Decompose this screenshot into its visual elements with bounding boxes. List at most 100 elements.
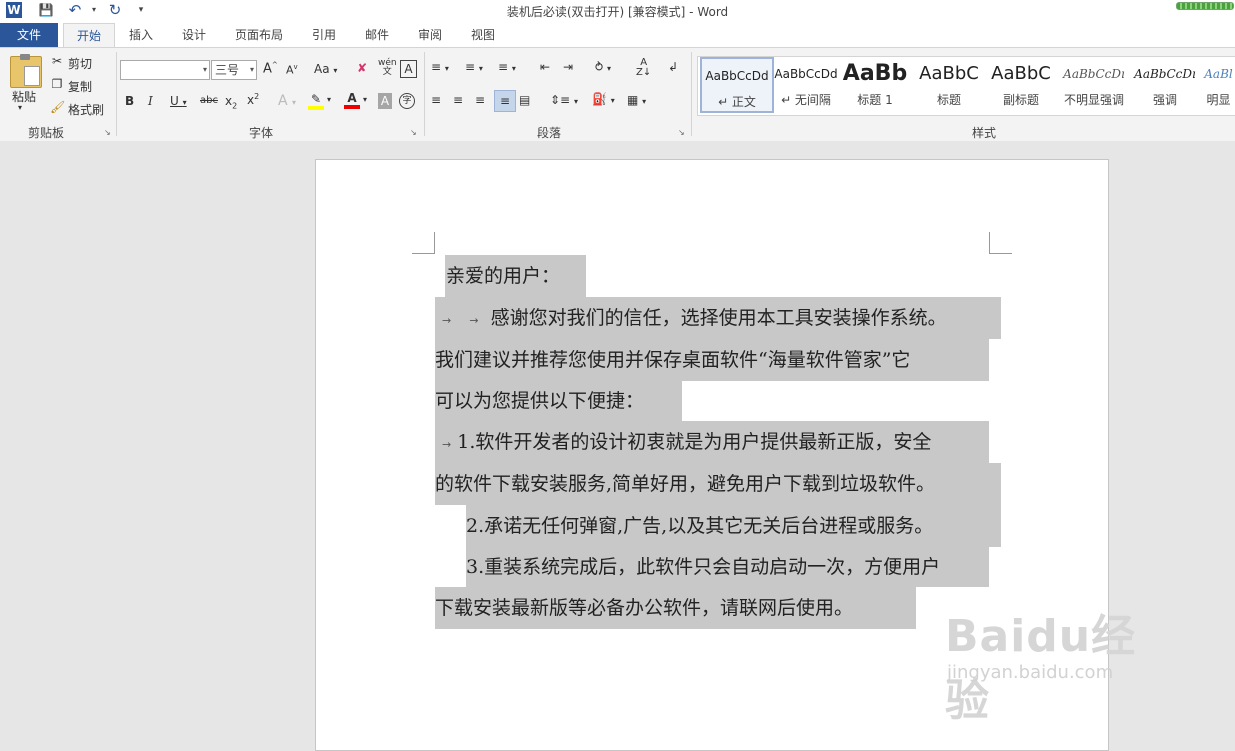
style-sample: AaBbC (991, 63, 1051, 84)
paste-dropdown-icon[interactable]: ▾ (18, 103, 22, 112)
tab-view[interactable]: 视图 (461, 23, 505, 47)
style-item-title[interactable]: AaBbC 标题 (913, 57, 985, 113)
highlight-dropdown-icon[interactable]: ▾ (327, 95, 331, 104)
character-border-icon[interactable]: A (400, 60, 417, 78)
tab-insert[interactable]: 插入 (118, 23, 164, 47)
style-name: 明显 (1206, 93, 1231, 107)
style-name: 副标题 (1002, 93, 1039, 107)
subscript-icon[interactable]: x2 (225, 94, 237, 110)
tab-layout[interactable]: 页面布局 (226, 23, 292, 47)
style-item-subtitle[interactable]: AaBbC 副标题 (986, 57, 1056, 113)
separator (116, 52, 117, 136)
style-sample: AaBbCcDı (1063, 67, 1125, 81)
style-name: 强调 (1152, 93, 1177, 107)
tab-design[interactable]: 设计 (172, 23, 216, 47)
tab-file[interactable]: 文件 (0, 23, 58, 47)
shading-icon[interactable]: ⛽ ▾ (592, 92, 615, 106)
grow-font-icon[interactable]: A^ (263, 61, 278, 76)
multilevel-list-icon[interactable]: ≡ ▾ (498, 60, 516, 74)
window-title: 装机后必读(双击打开) [兼容模式] - Word (506, 5, 729, 19)
bullets-icon[interactable]: ≡ ▾ (431, 60, 449, 74)
font-color-dropdown-icon[interactable]: ▾ (363, 95, 367, 104)
clipboard-group-label: 剪贴板 (28, 126, 65, 140)
style-item-normal[interactable]: AaBbCcDd ↵ 正文 (700, 57, 774, 113)
character-shading-icon[interactable]: A (378, 93, 392, 109)
tab-mailings[interactable]: 邮件 (355, 23, 399, 47)
format-painter-icon[interactable]: 🖌 (50, 100, 65, 114)
strikethrough-icon[interactable]: abc (200, 95, 218, 106)
increase-indent-icon[interactable]: ⇥ (563, 60, 573, 74)
phonetic-guide-icon[interactable]: wén 文 (378, 59, 397, 77)
distributed-icon[interactable]: ▤ (519, 93, 530, 107)
align-left-icon[interactable]: ≡ (431, 93, 441, 107)
font-color-icon[interactable]: A (344, 91, 360, 109)
tab-arrow-icon: → (442, 438, 452, 451)
clear-formatting-icon[interactable]: ✘ (357, 61, 367, 75)
paste-button[interactable]: 粘贴 (12, 88, 36, 105)
font-launcher-icon[interactable]: ↘ (410, 128, 417, 137)
format-painter-button[interactable]: 格式刷 (68, 101, 104, 118)
text-effects-icon[interactable]: A ▾ (278, 93, 296, 109)
font-size-value: 三号 (215, 63, 240, 77)
doc-paragraph-line[interactable]: 2.承诺无任何弹窗,广告,以及其它无关后台进程或服务。 (466, 512, 933, 540)
align-right-icon[interactable]: ≡ (475, 93, 485, 107)
doc-paragraph-line[interactable]: 的软件下载安装服务,简单好用，避免用户下载到垃圾软件。 (435, 470, 935, 498)
shrink-font-icon[interactable]: Av (286, 63, 298, 77)
tab-arrow-icon: → (469, 314, 479, 327)
clipboard-launcher-icon[interactable]: ↘ (104, 128, 111, 137)
copy-icon[interactable]: ❐ (50, 77, 64, 91)
doc-line-text: 1.软件开发者的设计初衷就是为用户提供最新正版，安全 (457, 431, 932, 453)
doc-paragraph-line[interactable]: → → 感谢您对我们的信任，选择使用本工具安装操作系统。 (442, 304, 947, 335)
margin-corner-mark (989, 232, 1012, 254)
doc-paragraph-line[interactable]: 可以为您提供以下便捷： (435, 387, 644, 415)
chinese-layout-icon[interactable]: ⥁ ▾ (595, 60, 611, 74)
underline-icon[interactable]: U ▾ (170, 94, 187, 108)
style-item-emphasis[interactable]: AaBbCcDı 强调 (1130, 57, 1200, 113)
font-size-combo[interactable]: 三号 ▾ (211, 60, 257, 80)
change-case-button[interactable]: Aa ▾ (314, 62, 337, 76)
tab-references[interactable]: 引用 (302, 23, 346, 47)
style-item-no-spacing[interactable]: AaBbCcDd ↵ 无间隔 (771, 57, 841, 113)
separator (424, 52, 425, 136)
cut-button[interactable]: 剪切 (68, 55, 92, 72)
style-sample: AaBbCcDd (774, 67, 838, 81)
paragraph-launcher-icon[interactable]: ↘ (678, 128, 685, 137)
italic-icon[interactable]: I (148, 94, 153, 108)
style-item-intense-emphasis[interactable]: AaBl 明显 (1202, 57, 1235, 113)
doc-paragraph-line[interactable]: 3.重装系统完成后，此软件只会自动启动一次，方便用户 (466, 553, 940, 581)
scissors-icon[interactable]: ✂ (50, 54, 64, 68)
doc-paragraph-line[interactable]: 我们建议并推荐您使用并保存桌面软件“海量软件管家”它 (435, 346, 910, 374)
superscript-icon[interactable]: x2 (247, 92, 259, 107)
line-spacing-icon[interactable]: ⇕≡ ▾ (550, 93, 578, 107)
style-name: 不明显强调 (1063, 93, 1124, 107)
doc-paragraph-line[interactable]: → 1.软件开发者的设计初衷就是为用户提供最新正版，安全 (442, 428, 931, 459)
separator (691, 52, 692, 136)
font-name-combo[interactable]: ▾ (120, 60, 210, 80)
show-hide-marks-icon[interactable]: ↲ (668, 60, 678, 74)
decrease-indent-icon[interactable]: ⇤ (540, 60, 550, 74)
paragraph-group-label: 段落 (537, 126, 562, 140)
style-sample: AaBb (842, 61, 908, 86)
tab-home[interactable]: 开始 (63, 23, 115, 48)
enclose-characters-icon[interactable]: 字 (399, 93, 415, 109)
borders-icon[interactable]: ▦ ▾ (627, 93, 646, 107)
baidu-jingyan-watermark: Baidu经验 jingyan.baidu.com (945, 600, 1175, 726)
bold-icon[interactable]: B (125, 94, 134, 108)
paste-icon[interactable] (10, 54, 42, 88)
progress-indicator (1176, 2, 1234, 10)
sort-icon[interactable]: A Z↓ (636, 58, 651, 78)
doc-paragraph-line[interactable]: 下载安装最新版等必备办公软件，请联网后使用。 (435, 594, 853, 622)
doc-greeting[interactable]: 亲爱的用户： (446, 262, 560, 290)
tab-review[interactable]: 审阅 (408, 23, 452, 47)
justify-icon[interactable]: ≡ (494, 90, 516, 112)
style-name: 标题 (936, 93, 961, 107)
style-name: 标题 1 (857, 93, 893, 107)
copy-button[interactable]: 复制 (68, 78, 92, 95)
text-highlight-icon[interactable]: ✎ (308, 92, 324, 110)
style-item-heading-1[interactable]: AaBb 标题 1 (842, 57, 908, 113)
style-item-subtle-emphasis[interactable]: AaBbCcDı 不明显强调 (1059, 57, 1129, 113)
change-case-label: Aa (314, 62, 330, 76)
align-center-icon[interactable]: ≡ (453, 93, 463, 107)
tab-arrow-icon: → (442, 314, 452, 327)
numbering-icon[interactable]: ≡ ▾ (465, 60, 483, 74)
